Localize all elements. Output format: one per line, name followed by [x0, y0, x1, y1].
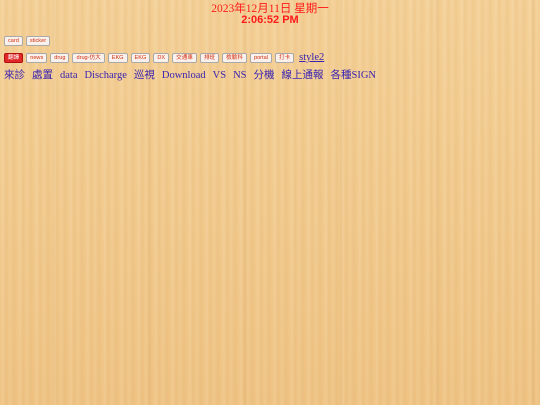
nav-link-visit[interactable]: 來診: [4, 67, 25, 82]
dx-button[interactable]: DX: [153, 52, 170, 63]
nav-link-vs[interactable]: VS: [213, 70, 226, 81]
nav-link-data[interactable]: data: [60, 70, 78, 81]
nav-link-online-report[interactable]: 線上通報: [282, 67, 324, 82]
news-button[interactable]: news: [26, 52, 48, 63]
ekg-button-1[interactable]: EKG: [107, 52, 128, 63]
clock-in-button[interactable]: 打卡: [274, 52, 295, 63]
card-button[interactable]: card: [4, 36, 23, 46]
nav-link-treatment[interactable]: 處置: [32, 67, 53, 82]
quick-link-row: 翻譯 news drug drug-仿大 EKG EKG DX 交通車 排班 檢…: [4, 52, 324, 63]
nav-link-download[interactable]: Download: [162, 70, 206, 81]
nav-link-signs[interactable]: 各種SIGN: [331, 67, 377, 82]
nav-link-ns[interactable]: NS: [233, 70, 246, 81]
clock-display: 2023年12月11日 星期一 2:06:52 PM: [0, 3, 540, 27]
shuttle-bus-button[interactable]: 交通車: [172, 52, 197, 63]
translate-button[interactable]: 翻譯: [4, 52, 24, 63]
schedule-button[interactable]: 排班: [199, 52, 220, 63]
style2-link[interactable]: style2: [299, 52, 324, 63]
drug-button[interactable]: drug: [50, 52, 70, 63]
nav-link-discharge[interactable]: Discharge: [85, 70, 127, 81]
top-button-row: card sticker: [4, 36, 51, 46]
drug-ntuh-button[interactable]: drug-仿大: [72, 52, 105, 63]
lab-dept-button[interactable]: 檢驗科: [222, 52, 247, 63]
portal-button[interactable]: portal: [249, 52, 272, 63]
clock-time: 2:06:52 PM: [241, 14, 299, 27]
nav-link-extension[interactable]: 分機: [254, 67, 275, 82]
sticker-button[interactable]: sticker: [25, 36, 51, 46]
nav-link-rounds[interactable]: 巡視: [134, 67, 155, 82]
ekg-button-2[interactable]: EKG: [130, 52, 151, 63]
main-nav: 來診 處置 data Discharge 巡視 Download VS NS 分…: [4, 67, 383, 82]
